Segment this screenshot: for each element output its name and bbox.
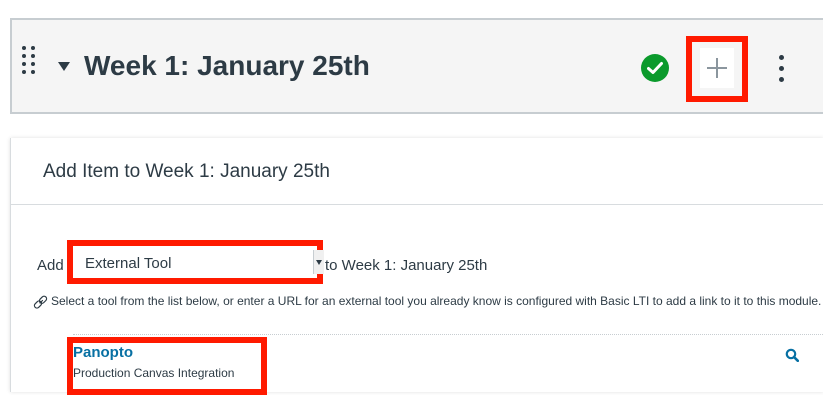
- check-circle-icon[interactable]: [641, 54, 669, 82]
- tool-list-separator: [73, 334, 823, 335]
- search-icon[interactable]: [785, 348, 799, 362]
- to-module-label: to Week 1: January 25th: [325, 257, 488, 274]
- tool-description: Production Canvas Integration: [73, 366, 235, 380]
- add-label: Add: [37, 257, 64, 274]
- help-text: Select a tool from the list below, or en…: [51, 294, 822, 308]
- chevron-down-icon[interactable]: [313, 250, 324, 274]
- plus-icon[interactable]: [700, 48, 734, 88]
- item-type-select[interactable]: External Tool: [73, 246, 317, 278]
- module-title: Week 1: January 25th: [84, 50, 370, 81]
- caret-down-icon[interactable]: [58, 62, 70, 71]
- item-type-select-value: External Tool: [85, 255, 172, 272]
- kebab-menu-icon[interactable]: [778, 55, 786, 83]
- dialog-title: Add Item to Week 1: January 25th: [43, 161, 330, 182]
- dialog-body: Add External Tool to Week 1: January 25t…: [11, 205, 823, 395]
- add-item-dialog: Add Item to Week 1: January 25th Add Ext…: [10, 138, 823, 395]
- drag-handle-icon[interactable]: [22, 46, 36, 82]
- tool-name-link[interactable]: Panopto: [73, 343, 133, 363]
